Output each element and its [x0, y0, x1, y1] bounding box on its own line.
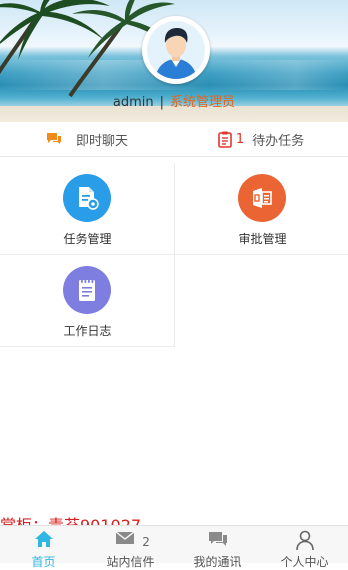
avatar[interactable]: [142, 16, 210, 84]
tab-home[interactable]: 首页: [0, 526, 87, 569]
bottom-tab-bar: 首页 2 站内信件 我的通讯 个人中心: [0, 525, 348, 569]
tab-personal-center[interactable]: 个人中心: [261, 526, 348, 569]
chat-icon: [208, 530, 228, 552]
user-info-line: admin | 系统管理员: [0, 94, 348, 112]
task-doc-icon: [63, 174, 111, 222]
notebook-icon: [63, 266, 111, 314]
quick-actions-row: 即时聊天 1 待办任务: [0, 122, 348, 157]
grid-item-work-log[interactable]: 工作日志: [0, 255, 175, 347]
instant-chat-label: 即时聊天: [75, 133, 128, 149]
person-icon: [295, 530, 315, 554]
todo-count-badge: 1: [235, 131, 245, 147]
mail-count-badge: 2: [142, 535, 150, 549]
profile-banner: admin | 系统管理员: [0, 0, 348, 122]
chat-bubble-icon: [46, 132, 62, 146]
grid-item-label: 任务管理: [63, 232, 112, 246]
grid-item-task-management[interactable]: 任务管理: [0, 163, 175, 255]
home-icon: [34, 530, 54, 552]
approval-office-icon: [238, 174, 286, 222]
tab-my-contacts[interactable]: 我的通讯: [174, 526, 261, 569]
tab-site-mail[interactable]: 2 站内信件: [87, 526, 174, 569]
instant-chat-link[interactable]: 即时聊天: [0, 122, 174, 156]
username: admin: [112, 95, 154, 110]
user-role: 系统管理员: [170, 95, 236, 110]
grid-item-label: 审批管理: [238, 232, 287, 246]
todo-tasks-label: 待办任务: [252, 133, 305, 149]
grid-item-label: 工作日志: [63, 324, 112, 338]
clipboard-list-icon: [218, 131, 232, 148]
grid-item-approval-management[interactable]: 审批管理: [175, 163, 348, 255]
todo-tasks-link[interactable]: 1 待办任务: [174, 122, 348, 156]
user-avatar-icon: [147, 21, 205, 79]
username-separator: |: [159, 95, 165, 110]
